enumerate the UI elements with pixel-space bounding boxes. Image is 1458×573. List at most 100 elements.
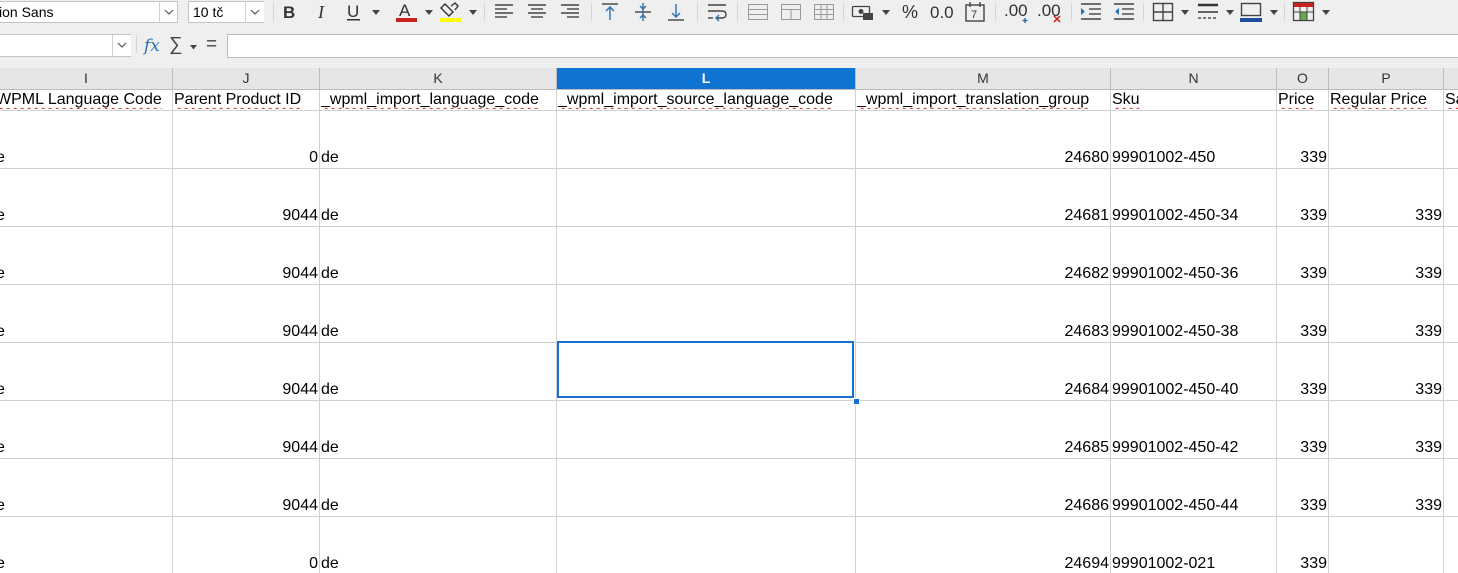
cell-p-row-6[interactable]: 339	[1330, 439, 1442, 457]
formula-button[interactable]: =	[206, 34, 217, 56]
currency-format-button[interactable]	[850, 1, 876, 23]
merge-cells-button[interactable]	[779, 1, 803, 23]
increase-indent-button[interactable]	[1078, 1, 1104, 23]
underline-button[interactable]: U	[342, 1, 366, 23]
cell-k-row-4[interactable]: de	[321, 323, 555, 341]
currency-dropdown-icon[interactable]	[882, 10, 890, 16]
cell-m-row-4[interactable]: 24683	[857, 323, 1110, 341]
underline-dropdown-icon[interactable]	[372, 10, 380, 16]
align-top-button[interactable]	[598, 1, 622, 23]
highlight-dropdown-icon[interactable]	[469, 10, 477, 16]
cell-n-row-8[interactable]: 99901002-021	[1112, 555, 1275, 573]
cell-p-row-2[interactable]: 339	[1330, 207, 1442, 225]
function-wizard-button[interactable]: fx	[144, 36, 160, 56]
align-right-button[interactable]	[558, 1, 582, 23]
cell-k-row-5[interactable]: de	[321, 381, 555, 399]
font-name-dropdown-button[interactable]	[159, 2, 177, 22]
cell-n-row-4[interactable]: 99901002-450-38	[1112, 323, 1275, 341]
cell-j-row-5[interactable]: 9044	[174, 381, 318, 399]
cell-n-row-5[interactable]: 99901002-450-40	[1112, 381, 1275, 399]
column-header-j[interactable]: J	[173, 68, 320, 89]
delete-decimal-button[interactable]: .00	[1036, 1, 1064, 23]
font-color-button[interactable]: A	[393, 1, 419, 23]
font-size-box[interactable]: 10 tč	[188, 1, 264, 23]
border-style-button[interactable]	[1195, 1, 1221, 23]
cell-o-row-8[interactable]: 339	[1278, 555, 1327, 573]
align-left-button[interactable]	[492, 1, 516, 23]
cell-n-row-3[interactable]: 99901002-450-36	[1112, 265, 1275, 283]
bold-button[interactable]: B	[278, 1, 300, 23]
cell-p-row-7[interactable]: 339	[1330, 497, 1442, 515]
cell-i-row-6[interactable]: e	[0, 439, 170, 457]
font-size-dropdown-button[interactable]	[245, 2, 264, 22]
align-bottom-button[interactable]	[664, 1, 688, 23]
number-format-button[interactable]: 0.0	[928, 1, 956, 23]
cell-m-row-1[interactable]: 24680	[857, 149, 1110, 167]
sum-dropdown-icon[interactable]	[190, 45, 197, 50]
cell-o-row-3[interactable]: 339	[1278, 265, 1327, 283]
date-format-button[interactable]: 7	[962, 1, 988, 23]
name-box-dropdown-button[interactable]	[112, 35, 131, 56]
cell-k-row-1[interactable]: de	[321, 149, 555, 167]
cell-p-row-3[interactable]: 339	[1330, 265, 1442, 283]
cell-o-row-1[interactable]: 339	[1278, 149, 1327, 167]
cell-i-row-2[interactable]: e	[0, 207, 170, 225]
column-header-q[interactable]	[1444, 68, 1458, 89]
cell-m-row-3[interactable]: 24682	[857, 265, 1110, 283]
border-style-dropdown-icon[interactable]	[1226, 10, 1234, 16]
cell-o-row-7[interactable]: 339	[1278, 497, 1327, 515]
cell-p-row-5[interactable]: 339	[1330, 381, 1442, 399]
unmerge-cells-button[interactable]	[812, 1, 836, 23]
cell-m-row-8[interactable]: 24694	[857, 555, 1110, 573]
header-cell-q[interactable]: Sa	[1445, 91, 1458, 109]
cell-m-row-6[interactable]: 24685	[857, 439, 1110, 457]
cell-o-row-6[interactable]: 339	[1278, 439, 1327, 457]
cell-m-row-2[interactable]: 24681	[857, 207, 1110, 225]
name-box[interactable]	[0, 34, 131, 57]
header-cell-n[interactable]: Sku	[1112, 91, 1275, 109]
cell-j-row-7[interactable]: 9044	[174, 497, 318, 515]
cell-j-row-6[interactable]: 9044	[174, 439, 318, 457]
header-cell-i[interactable]: WPML Language Code	[0, 91, 170, 109]
column-header-o[interactable]: O	[1277, 68, 1329, 89]
cell-o-row-5[interactable]: 339	[1278, 381, 1327, 399]
cell-j-row-2[interactable]: 9044	[174, 207, 318, 225]
header-cell-m[interactable]: _wpml_import_translation_group	[857, 91, 1109, 109]
cell-m-row-5[interactable]: 24684	[857, 381, 1110, 399]
cell-k-row-3[interactable]: de	[321, 265, 555, 283]
cell-j-row-8[interactable]: 0	[174, 555, 318, 573]
cell-j-row-4[interactable]: 9044	[174, 323, 318, 341]
font-color-dropdown-icon[interactable]	[425, 10, 433, 16]
cell-o-row-2[interactable]: 339	[1278, 207, 1327, 225]
cell-i-row-5[interactable]: e	[0, 381, 170, 399]
cell-k-row-6[interactable]: de	[321, 439, 555, 457]
cell-i-row-8[interactable]: e	[0, 555, 170, 573]
cell-i-row-4[interactable]: e	[0, 323, 170, 341]
column-header-m[interactable]: M	[856, 68, 1111, 89]
cell-j-row-3[interactable]: 9044	[174, 265, 318, 283]
merge-center-button[interactable]	[746, 1, 770, 23]
cell-j-row-1[interactable]: 0	[174, 149, 318, 167]
column-header-i[interactable]: I	[0, 68, 173, 89]
column-header-p[interactable]: P	[1329, 68, 1444, 89]
conditional-format-dropdown-icon[interactable]	[1322, 10, 1330, 16]
column-header-k[interactable]: K	[320, 68, 557, 89]
cell-i-row-1[interactable]: e	[0, 149, 170, 167]
header-cell-p[interactable]: Regular Price	[1330, 91, 1442, 109]
borders-button[interactable]	[1150, 1, 1176, 23]
cell-k-row-8[interactable]: de	[321, 555, 555, 573]
cell-k-row-2[interactable]: de	[321, 207, 555, 225]
header-cell-o[interactable]: Price	[1278, 91, 1327, 109]
highlight-button[interactable]	[437, 1, 463, 23]
wrap-text-button[interactable]	[705, 1, 729, 23]
font-name-box[interactable]: ion Sans	[0, 1, 178, 23]
column-header-n[interactable]: N	[1111, 68, 1277, 89]
decrease-indent-button[interactable]	[1111, 1, 1137, 23]
cell-n-row-6[interactable]: 99901002-450-42	[1112, 439, 1275, 457]
cell-i-row-3[interactable]: e	[0, 265, 170, 283]
cell-i-row-7[interactable]: e	[0, 497, 170, 515]
align-middle-button[interactable]	[631, 1, 655, 23]
cell-p-row-4[interactable]: 339	[1330, 323, 1442, 341]
spreadsheet-grid[interactable]: WPML Language Code Parent Product ID _wp…	[0, 90, 1458, 573]
formula-input[interactable]	[227, 34, 1458, 58]
